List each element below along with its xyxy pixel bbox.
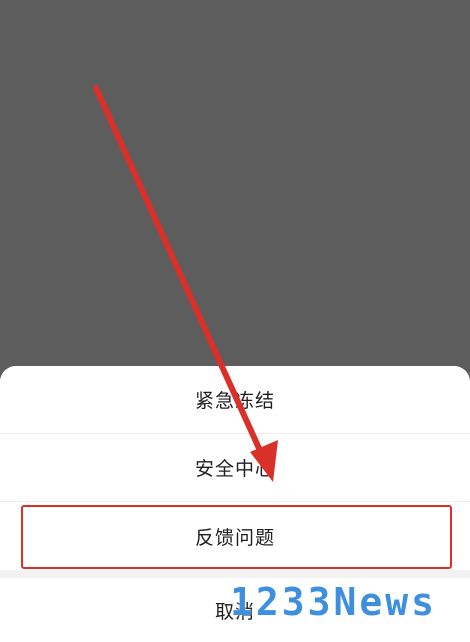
watermark-logo: 1233News (230, 580, 438, 624)
annotation-arrow-shaft (93, 85, 265, 458)
annotation-arrow-head (250, 440, 278, 482)
annotation-arrow (93, 85, 278, 482)
